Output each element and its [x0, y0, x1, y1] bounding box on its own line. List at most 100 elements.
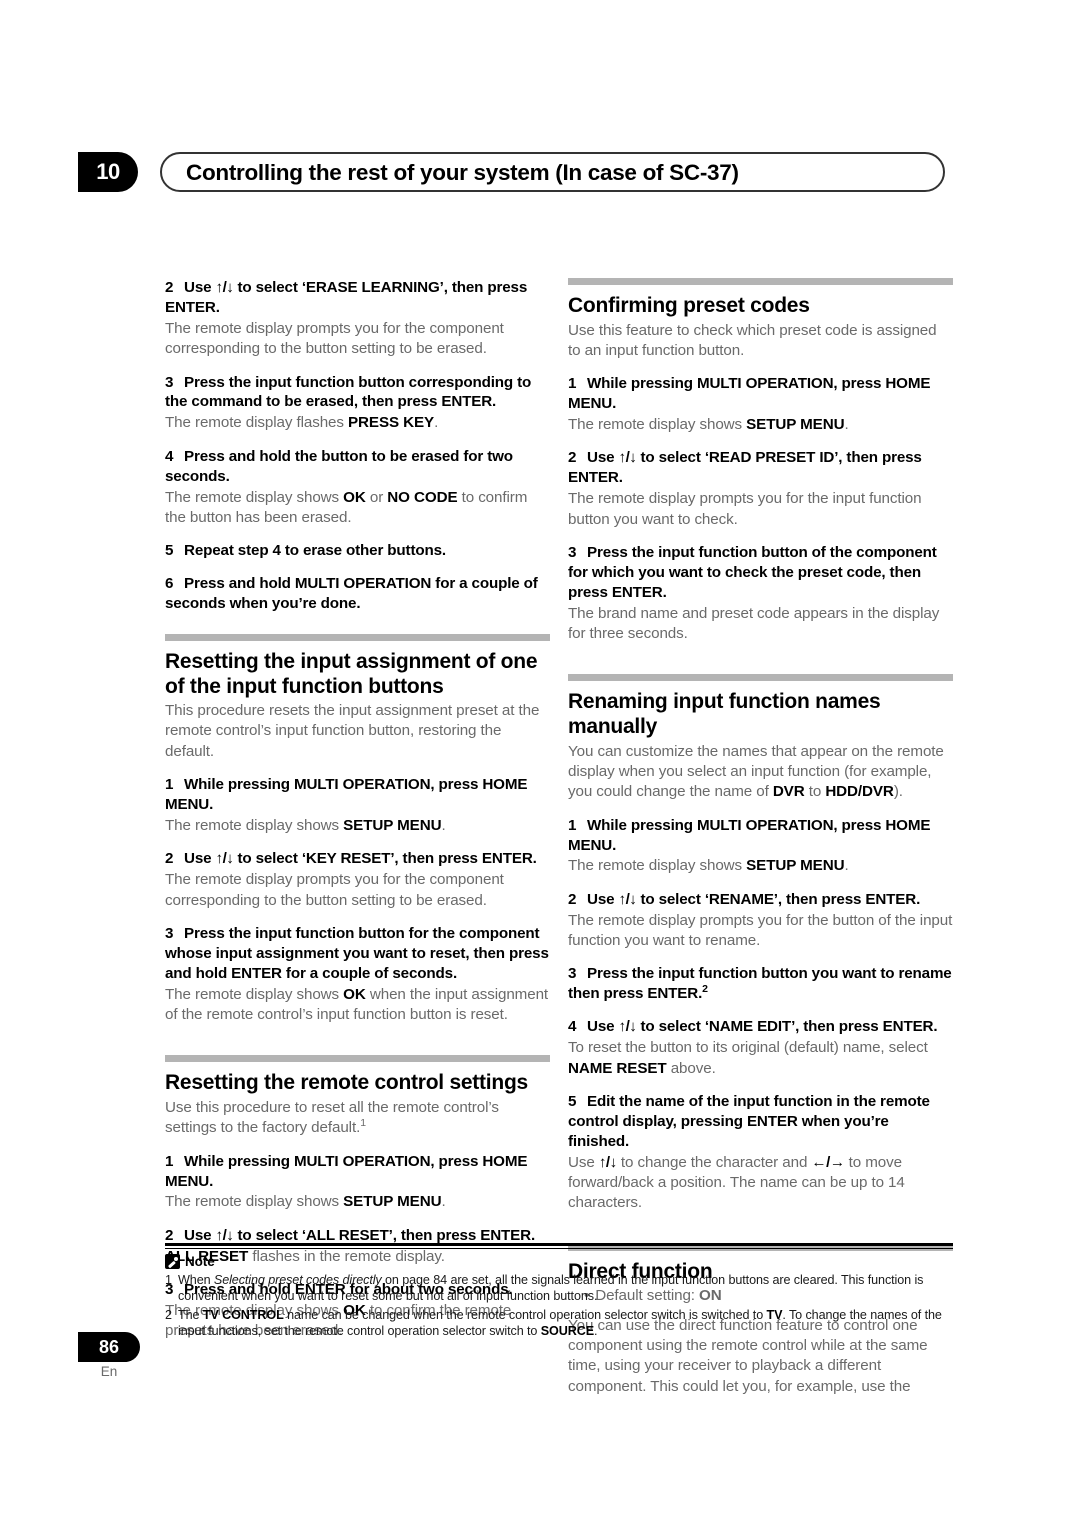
step-body: The remote display shows OK when the inp… — [165, 985, 550, 1026]
updown-arrow-icon: ↑/↓ — [215, 1226, 234, 1244]
step-number: 5 — [568, 1092, 577, 1110]
body-pre: The remote display shows — [165, 816, 344, 834]
body-bold: OK — [343, 985, 366, 1003]
step-body: Use ↑/↓ to change the character and ←/→ … — [568, 1153, 953, 1214]
page-number-badge: 86 — [78, 1332, 140, 1362]
step-number: 4 — [568, 1018, 577, 1036]
step-text-post: to select ‘NAME EDIT’, then press ENTER. — [636, 1018, 938, 1036]
footnote-text: When Selecting preset codes directly on … — [178, 1272, 953, 1304]
step-text-post: to select ‘RENAME’, then press ENTER. — [636, 890, 921, 908]
footnote-bold-tv: TV — [766, 1308, 783, 1323]
step-text: Press the input function button of the c… — [568, 543, 937, 601]
step-text: Press the input function button for the … — [165, 924, 549, 982]
step-text: While pressing MULTI OPERATION, press HO… — [165, 1152, 528, 1190]
step-body: The remote display prompts you for the b… — [568, 911, 953, 950]
section-divider — [568, 674, 953, 682]
section-divider — [165, 633, 550, 641]
step-body: The brand name and preset code appears i… — [568, 604, 940, 643]
note-label: Note — [185, 1254, 215, 1269]
body-post: . — [441, 816, 446, 834]
step-text: Press and hold MULTI OPERATION for a cou… — [165, 575, 538, 613]
step-text: While pressing MULTI OPERATION, press HO… — [568, 375, 931, 413]
step-number: 1 — [568, 375, 577, 393]
step-number: 6 — [165, 575, 174, 593]
step-item: 5 Edit the name of the input function in … — [568, 1092, 953, 1152]
footnote-ref: 2 — [702, 983, 708, 996]
note-divider-thick — [165, 1243, 953, 1246]
note-divider-thin — [165, 1248, 953, 1249]
section-intro: Use this procedure to reset all the remo… — [165, 1098, 550, 1139]
step-text: Press the input function button you want… — [568, 965, 952, 1003]
step-number: 2 — [165, 850, 174, 868]
footnote-pre: The — [178, 1308, 203, 1323]
step-item: 3 Press the input function button of the … — [568, 543, 953, 603]
step-number: 1 — [568, 816, 577, 834]
step-number: 1 — [165, 1152, 174, 1170]
body-post: . — [844, 857, 849, 875]
footnote-ref: 1 — [360, 1117, 366, 1130]
step-item: 2 Use ↑/↓ to select ‘KEY RESET’, then pre… — [165, 849, 550, 869]
intro-text: Use this procedure to reset all the remo… — [165, 1098, 499, 1137]
body-post: above. — [666, 1059, 716, 1077]
step-item: 2 Use ↑/↓ to select ‘RENAME’, then press … — [568, 890, 953, 910]
footnote-bold-source: SOURCE — [540, 1324, 594, 1339]
step-body: To reset the button to its original (def… — [568, 1038, 953, 1079]
step-number: 3 — [165, 373, 174, 391]
step-number: 3 — [165, 924, 174, 942]
left-column: 2 Use ↑/↓ to select ‘ERASE LEARNING’, the… — [165, 278, 550, 1342]
page-title: Controlling the rest of your system (In … — [186, 160, 739, 185]
step-item: 1 While pressing MULTI OPERATION, press H… — [165, 775, 550, 815]
section-intro: You can customize the names that appear … — [568, 742, 953, 803]
step-item: 1 While pressing MULTI OPERATION, press H… — [165, 1152, 550, 1192]
body-pre: The remote display shows — [165, 985, 344, 1003]
step-text-pre: Use — [184, 850, 216, 868]
leftright-arrow-icon: ←/→ — [811, 1153, 845, 1171]
step-item: 1 While pressing MULTI OPERATION, press H… — [568, 374, 953, 414]
step-number: 1 — [165, 776, 174, 794]
body-pre: The remote display flashes — [165, 414, 349, 432]
body-pre: Use — [568, 1153, 599, 1171]
footnote-mid1: name can be changed when the remote cont… — [283, 1308, 767, 1323]
body-mid: to change the character and — [616, 1153, 812, 1171]
body-post: . — [844, 416, 849, 434]
step-number: 2 — [568, 449, 577, 467]
note-header: Note — [165, 1254, 953, 1269]
step-item: 3 Press the input function button for the… — [165, 924, 550, 984]
right-column: Confirming preset codes Use this feature… — [568, 278, 953, 1397]
body-mid: or — [365, 488, 388, 506]
section-heading-reset-remote: Resetting the remote control settings — [165, 1071, 528, 1095]
body-bold: PRESS KEY — [348, 414, 435, 432]
footnote-text: The TV CONTROL name can be changed when … — [178, 1307, 953, 1339]
step-body: The remote display shows OK or NO CODE t… — [165, 488, 550, 529]
body-bold: SETUP MENU — [343, 816, 442, 834]
step-number: 2 — [568, 890, 577, 908]
step-text-post: to select ‘KEY RESET’, then press ENTER. — [233, 850, 537, 868]
updown-arrow-icon: ↑/↓ — [618, 1018, 637, 1036]
footnote-bold-tvcontrol: TV CONTROL — [202, 1308, 284, 1323]
section-intro: Use this feature to check which preset c… — [568, 321, 937, 359]
step-text-pre: Use — [587, 449, 619, 467]
footnote-item: 1 When Selecting preset codes directly o… — [165, 1272, 953, 1304]
step-item: 5 Repeat step 4 to erase other buttons. — [165, 541, 550, 561]
step-text: Repeat step 4 to erase other buttons. — [184, 542, 446, 560]
pencil-note-icon — [165, 1254, 180, 1269]
updown-arrow-icon: ↑/↓ — [618, 449, 637, 467]
page-footer: 86 En — [78, 1332, 198, 1379]
step-text-pre: Use — [184, 1226, 216, 1244]
body-bold-ok: OK — [343, 488, 366, 506]
step-body: The remote display flashes PRESS KEY. — [165, 413, 550, 433]
updown-arrow-icon: ↑/↓ — [215, 850, 234, 868]
step-item: 1 While pressing MULTI OPERATION, press H… — [568, 816, 953, 856]
step-text: Press the input function button correspo… — [165, 373, 532, 411]
body-bold: SETUP MENU — [343, 1193, 442, 1211]
page-header: 10 Controlling the rest of your system (… — [0, 152, 1080, 196]
step-text: Edit the name of the input function in t… — [568, 1092, 930, 1150]
step-body: The remote display prompts you for the c… — [165, 319, 504, 358]
intro-post: ). — [893, 783, 903, 801]
updown-arrow-icon: ↑/↓ — [598, 1153, 617, 1171]
step-item: 4 Press and hold the button to be erased … — [165, 447, 550, 487]
body-pre: The remote display shows — [165, 1193, 344, 1211]
